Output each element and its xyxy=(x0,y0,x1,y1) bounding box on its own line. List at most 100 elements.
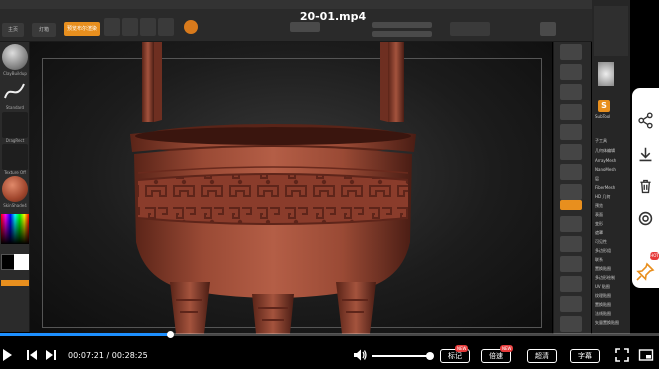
download-icon[interactable] xyxy=(637,146,654,163)
mark-new-badge: NEW xyxy=(455,345,469,352)
zbrush-viewport[interactable] xyxy=(30,42,552,334)
pin-button[interactable] xyxy=(632,258,659,288)
zbrush-material-button[interactable] xyxy=(184,20,198,34)
volume-slider[interactable] xyxy=(372,352,434,360)
zbrush-lightbox-button[interactable]: 灯箱 xyxy=(32,23,56,37)
volume-icon[interactable] xyxy=(352,347,368,363)
zbrush-active-points-readout xyxy=(450,22,490,36)
shelf-scroll-button[interactable] xyxy=(560,64,582,80)
zbrush-right-shelf xyxy=(553,42,591,334)
delete-icon[interactable] xyxy=(637,178,654,195)
brush-thumbnail[interactable] xyxy=(2,44,28,70)
bronze-ding-model xyxy=(130,42,416,334)
current-time: 00:07:21 xyxy=(68,351,104,360)
zbrush-draw-size-slider[interactable] xyxy=(372,31,432,37)
zbrush-move-button[interactable] xyxy=(140,18,156,36)
shelf-bpr-button[interactable] xyxy=(560,44,582,60)
texture-thumbnail[interactable] xyxy=(2,144,28,170)
brush-name: ClayBuildup xyxy=(3,71,27,76)
zbrush-shelf-toggle[interactable] xyxy=(540,22,556,36)
volume-fill xyxy=(372,355,430,357)
shelf-rotate-button[interactable] xyxy=(560,276,582,292)
alpha-thumbnail[interactable] xyxy=(2,112,28,138)
tool-item-texture-map[interactable]: 纹理贴图 xyxy=(595,293,611,299)
tool-item-subtool[interactable]: 子工具 xyxy=(595,138,607,144)
zbrush-edit-button[interactable] xyxy=(104,18,120,36)
shelf-transp-button[interactable] xyxy=(560,316,582,332)
time-display: 00:07:21 / 00:28:25 xyxy=(68,351,148,360)
tool-thumbnail[interactable] xyxy=(598,62,614,86)
shelf-polyf-button[interactable] xyxy=(560,296,582,312)
secondary-color-swatch[interactable] xyxy=(14,254,29,270)
zbrush-focal-slider[interactable] xyxy=(372,22,432,28)
play-icon[interactable] xyxy=(0,347,14,363)
alpha-name: DragRect xyxy=(5,138,25,143)
tool-item-hd-geometry[interactable]: HD 几何 xyxy=(595,194,610,200)
tool-item-vector-displacement[interactable]: 矢量置换贴图 xyxy=(595,320,619,326)
tool-item-morph-target[interactable]: 置换贴图 xyxy=(595,266,611,272)
tool-title: SubTool xyxy=(595,114,611,119)
shelf-floor-button[interactable] xyxy=(560,164,582,180)
shelf-frame-button[interactable] xyxy=(560,216,582,232)
zbrush-rgb-slider[interactable] xyxy=(290,22,320,32)
tool-item-preview[interactable]: 预览 xyxy=(595,203,603,209)
tool-item-contact[interactable]: 联系 xyxy=(595,257,603,263)
switch-color-bar[interactable] xyxy=(1,280,29,286)
volume-handle[interactable] xyxy=(426,352,434,360)
shelf-aahalf-button[interactable] xyxy=(560,124,582,140)
zbrush-top-bar: 主页 灯箱 预览布尔渲染 xyxy=(0,0,592,42)
tool-item-fibermesh[interactable]: FiberMesh xyxy=(595,185,615,190)
speed-new-badge: NEW xyxy=(500,345,514,352)
material-thumbnail[interactable] xyxy=(2,176,28,202)
shelf-xyz-button[interactable] xyxy=(560,200,582,210)
tool-item-masking[interactable]: 遮罩 xyxy=(595,230,603,236)
tool-item-uv-map[interactable]: UV 贴图 xyxy=(595,284,610,290)
tool-item-nanomesh[interactable]: NanoMesh xyxy=(595,167,616,172)
shelf-move-button[interactable] xyxy=(560,236,582,252)
simple-brush-thumbnail[interactable]: S xyxy=(598,100,610,112)
settings-icon[interactable] xyxy=(637,210,654,227)
previous-icon[interactable] xyxy=(25,347,39,363)
tool-item-polygroups[interactable]: 多边形组 xyxy=(595,248,611,254)
pin-icon xyxy=(636,262,655,281)
material-name: SkinShade4 xyxy=(3,203,27,208)
shelf-zoom-button[interactable] xyxy=(560,84,582,100)
shelf-local-button[interactable] xyxy=(560,184,582,200)
zbrush-scale-button[interactable] xyxy=(158,18,174,36)
side-action-bar xyxy=(632,88,659,276)
zbrush-menu-strip xyxy=(0,0,592,9)
subtitle-button[interactable]: 字幕 xyxy=(570,349,600,363)
tool-header xyxy=(594,6,628,56)
texture-name: Texture Off xyxy=(4,170,26,175)
shelf-scale-button[interactable] xyxy=(560,256,582,272)
tool-item-displacement-map[interactable]: 置换贴图 xyxy=(595,302,611,308)
color-picker[interactable] xyxy=(1,214,29,244)
time-separator: / xyxy=(106,351,110,360)
progress-fill xyxy=(0,333,171,336)
tool-item-geometry[interactable]: 几何体编辑 xyxy=(595,148,615,154)
zbrush-left-palette: ClayBuildup Standard DragRect Texture Of… xyxy=(0,42,30,332)
shelf-actual-button[interactable] xyxy=(560,104,582,120)
stroke-thumbnail[interactable] xyxy=(2,78,28,104)
zbrush-preview-boolean-button[interactable]: 预览布尔渲染 xyxy=(64,22,100,36)
zbrush-home-button[interactable]: 主页 xyxy=(2,23,24,37)
share-icon[interactable] xyxy=(637,112,654,129)
tool-item-visibility[interactable]: 可见性 xyxy=(595,239,607,245)
shelf-persp-button[interactable] xyxy=(560,144,582,160)
stroke-squiggle-icon xyxy=(4,83,25,99)
tool-item-normal-map[interactable]: 法线贴图 xyxy=(595,311,611,317)
tool-item-arraymesh[interactable]: ArrayMesh xyxy=(595,158,616,163)
next-icon[interactable] xyxy=(44,347,58,363)
zbrush-draw-button[interactable] xyxy=(122,18,138,36)
quality-button[interactable]: 超清 xyxy=(527,349,557,363)
picture-in-picture-icon[interactable] xyxy=(638,347,654,363)
stroke-name: Standard xyxy=(5,105,25,110)
primary-color-swatch[interactable] xyxy=(1,254,15,270)
fullscreen-icon[interactable] xyxy=(614,347,630,363)
tool-item-deformation[interactable]: 变形 xyxy=(595,221,603,227)
progress-bar[interactable] xyxy=(0,331,659,338)
tool-item-polypaint[interactable]: 多边形绘制 xyxy=(595,275,615,281)
duration: 00:28:25 xyxy=(111,351,148,360)
tool-item-layers[interactable]: 层 xyxy=(595,176,599,182)
tool-item-surface[interactable]: 表面 xyxy=(595,212,603,218)
